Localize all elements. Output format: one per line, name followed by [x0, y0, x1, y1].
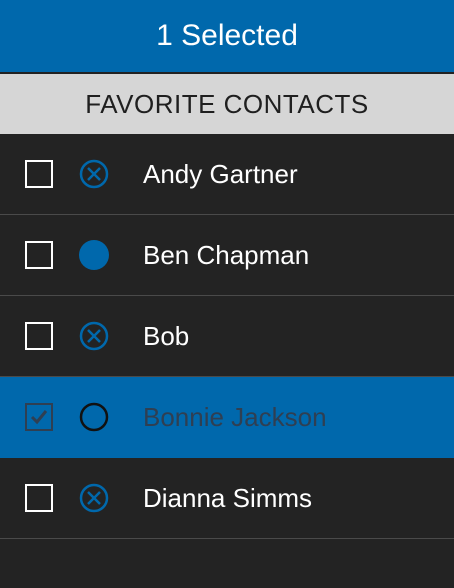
favorite-contacts-section-header: FAVORITE CONTACTS	[0, 74, 454, 134]
empty-list-space	[0, 539, 454, 588]
unchecked-checkbox-icon[interactable]	[25, 322, 53, 350]
contact-row-andy-gartner[interactable]: Andy Gartner	[0, 134, 454, 215]
unavailable-x-icon	[78, 320, 110, 352]
unchecked-checkbox-icon[interactable]	[25, 160, 53, 188]
offline-empty-icon	[78, 401, 110, 433]
contacts-list: Andy Gartner Ben Chapman Bob Bonnie Jack…	[0, 134, 454, 539]
selection-header: 1 Selected	[0, 0, 454, 74]
contact-name: Bonnie Jackson	[143, 401, 327, 432]
contact-name: Dianna Simms	[143, 482, 313, 513]
unchecked-checkbox-icon[interactable]	[25, 241, 53, 269]
contact-name: Bob	[143, 320, 190, 351]
section-title-label: FAVORITE CONTACTS	[85, 88, 369, 119]
unavailable-x-icon	[78, 158, 110, 190]
contact-name: Andy Gartner	[143, 158, 298, 189]
selection-count-title: 1 Selected	[156, 19, 298, 52]
unchecked-checkbox-icon[interactable]	[25, 484, 53, 512]
unavailable-x-icon	[78, 482, 110, 514]
available-filled-icon	[78, 239, 110, 271]
contact-name: Ben Chapman	[143, 239, 310, 270]
contact-row-ben-chapman[interactable]: Ben Chapman	[0, 215, 454, 296]
checked-checkbox-icon[interactable]	[25, 403, 53, 431]
contact-row-bonnie-jackson[interactable]: Bonnie Jackson	[0, 377, 454, 458]
contact-row-dianna-simms[interactable]: Dianna Simms	[0, 458, 454, 539]
contacts-screen: 1 Selected FAVORITE CONTACTS Andy Gartne…	[0, 0, 454, 588]
contact-row-bob[interactable]: Bob	[0, 296, 454, 377]
